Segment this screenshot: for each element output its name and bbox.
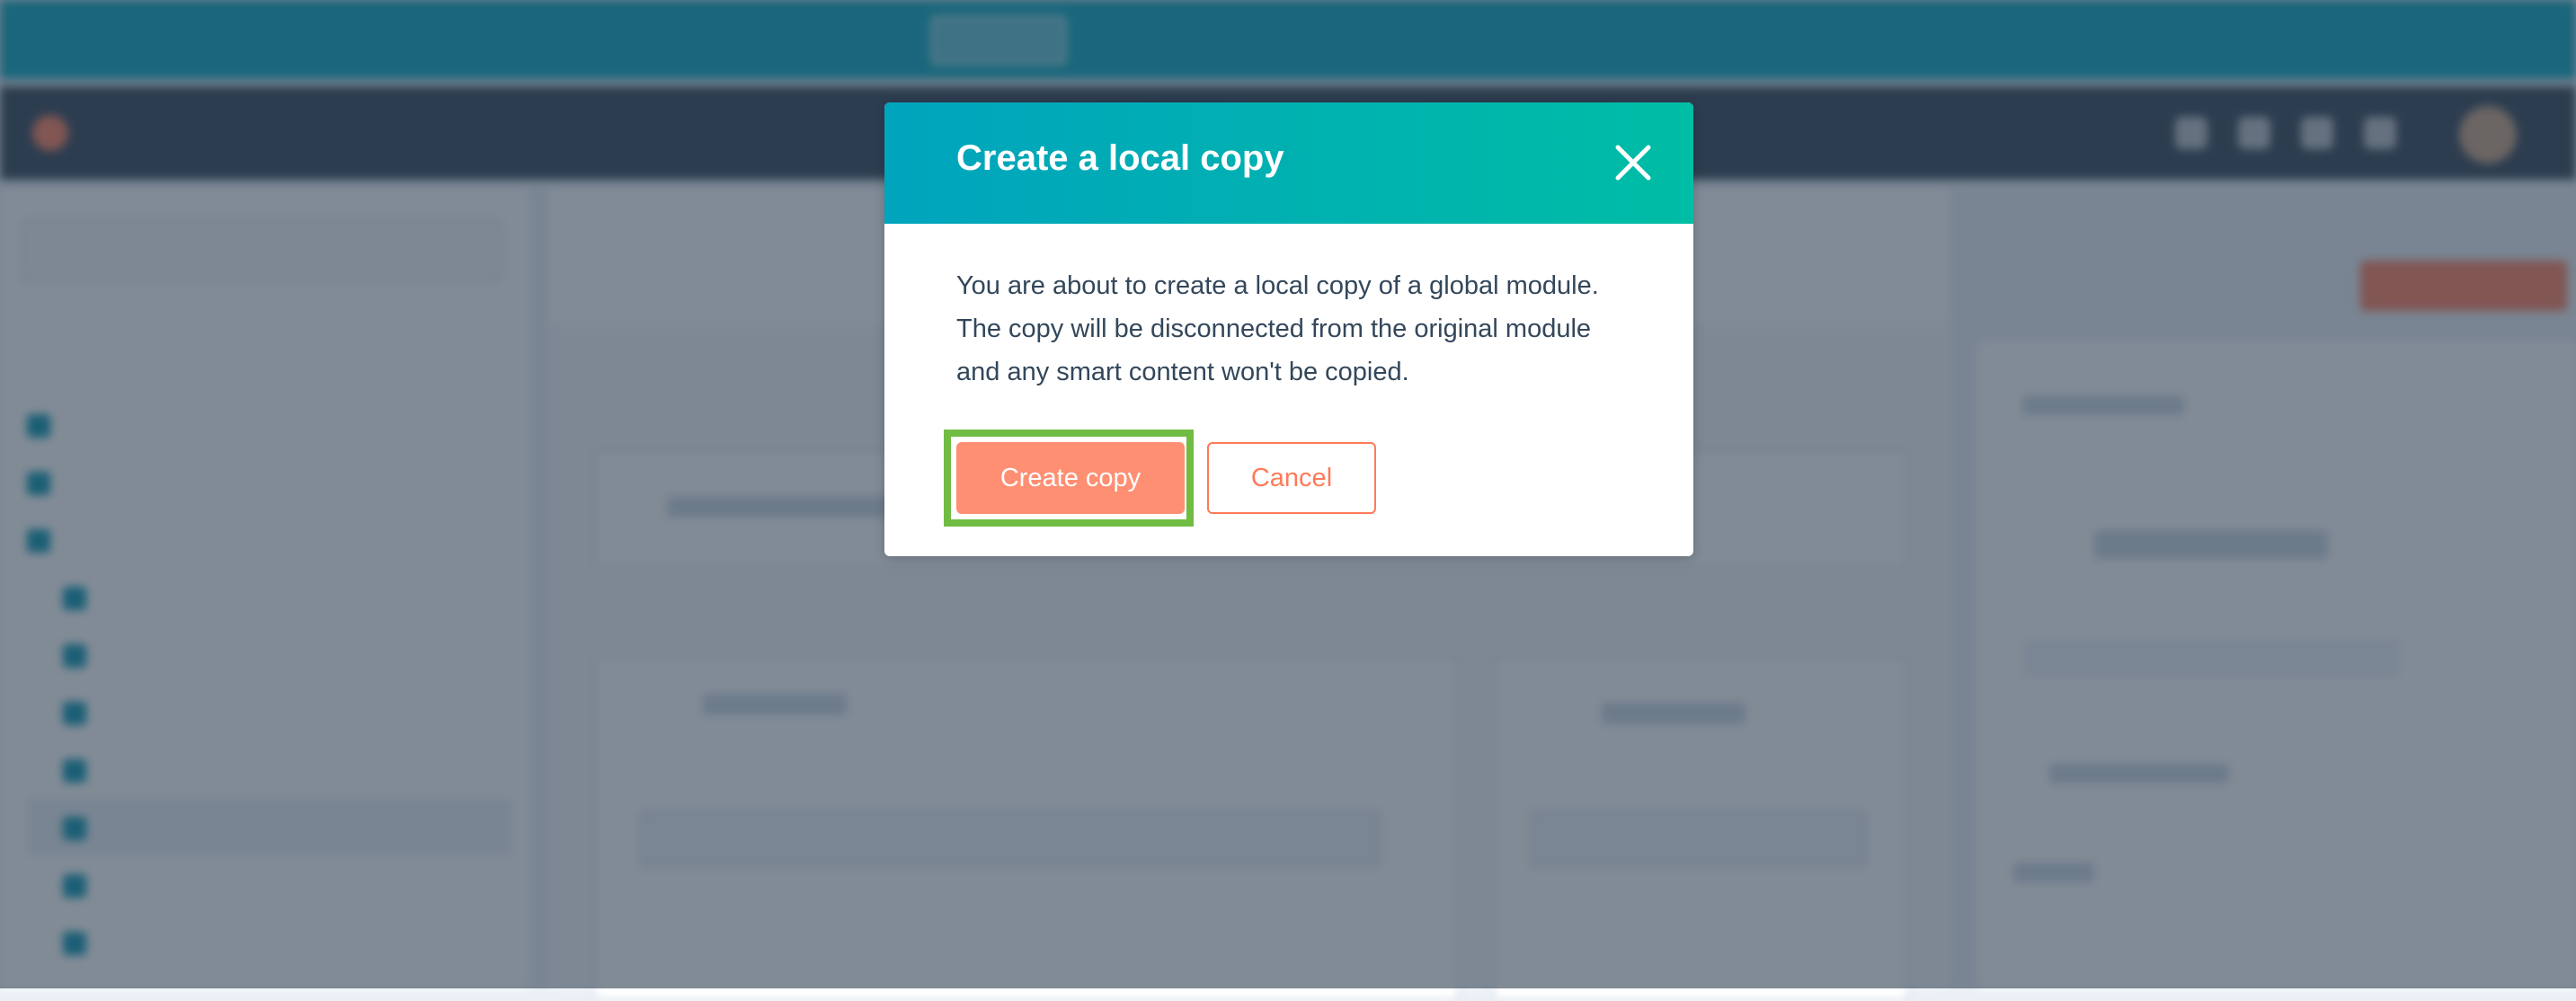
cancel-button[interactable]: Cancel xyxy=(1207,442,1376,514)
close-icon[interactable] xyxy=(1612,142,1654,183)
dialog-message: You are about to create a local copy of … xyxy=(956,264,1639,394)
dialog-message-line: You are about to create a local copy of … xyxy=(956,271,1599,300)
dialog-message-line: and any smart content won't be copied. xyxy=(956,358,1409,386)
create-copy-button[interactable]: Create copy xyxy=(956,442,1185,514)
dialog-title: Create a local copy xyxy=(956,138,1284,178)
dialog-header: Create a local copy xyxy=(884,102,1693,224)
dialog-message-line: The copy will be disconnected from the o… xyxy=(956,314,1592,343)
